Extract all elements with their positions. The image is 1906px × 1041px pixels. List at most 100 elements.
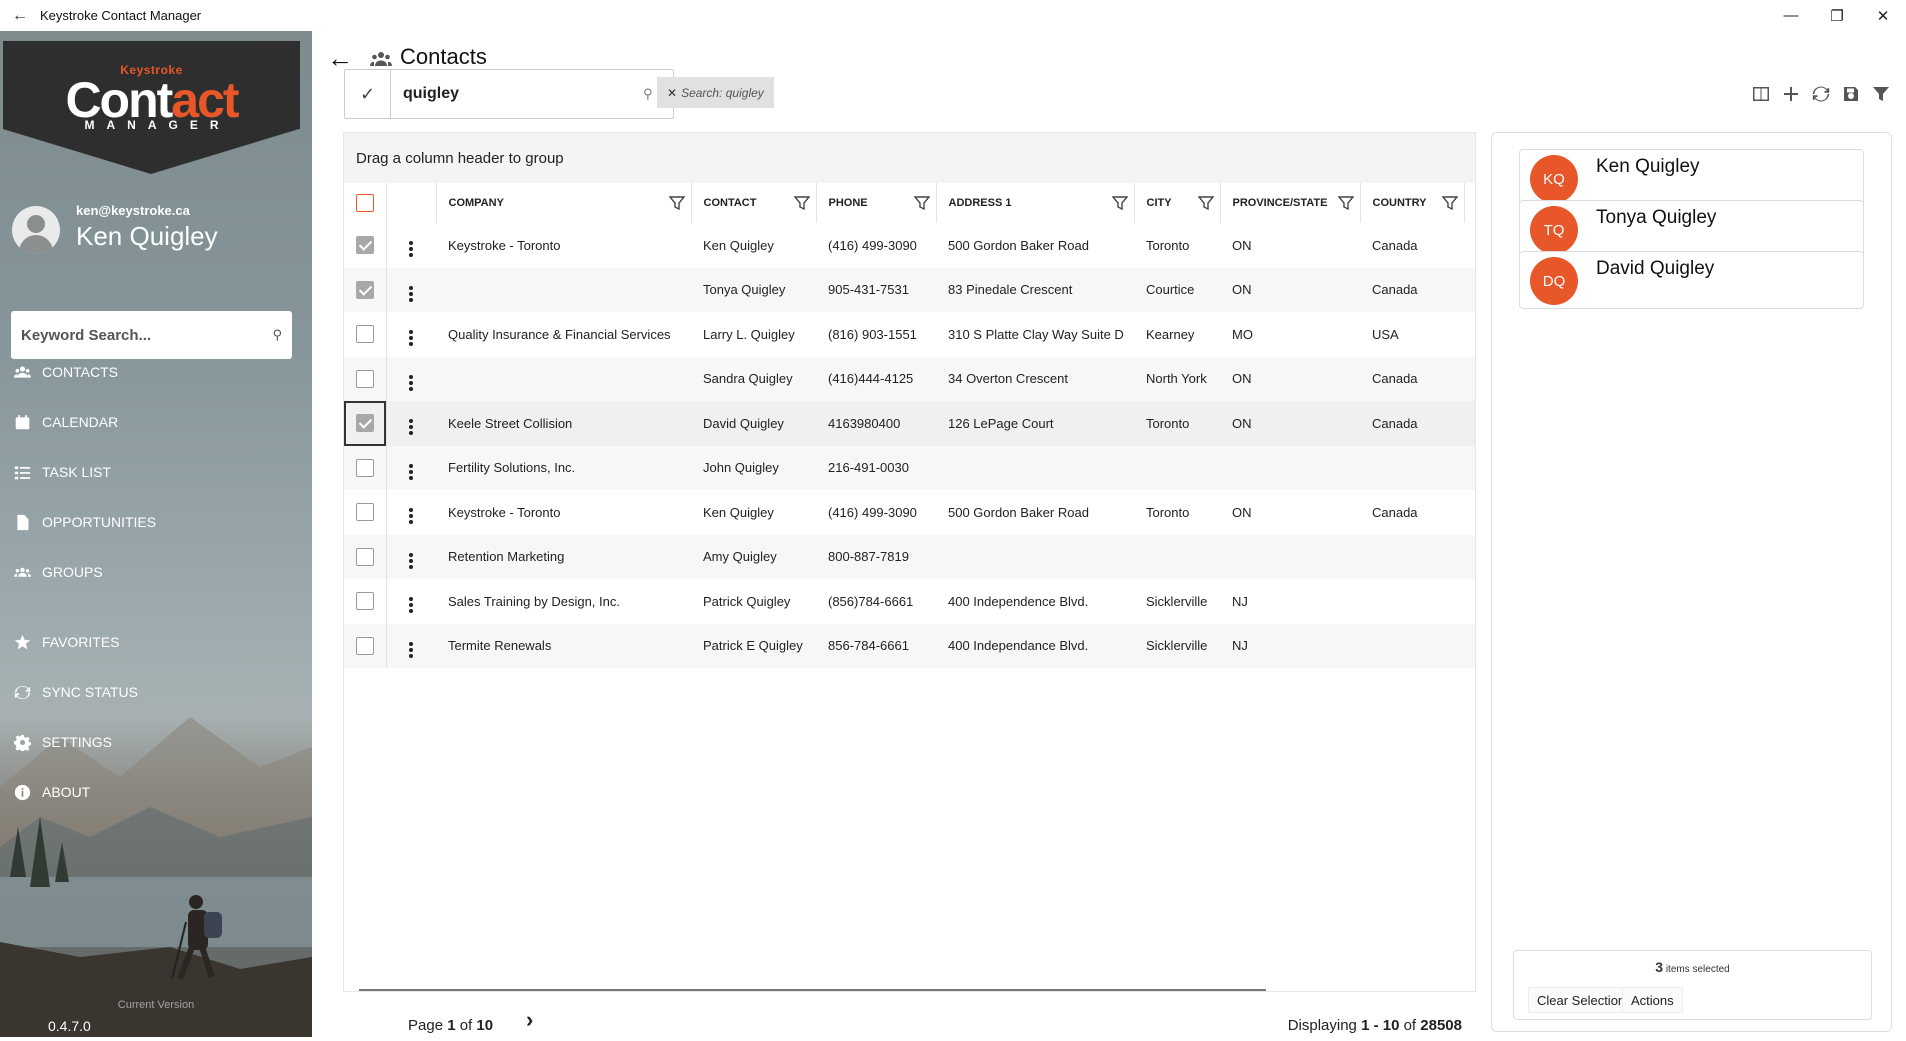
search-filter-chip[interactable]: ✕ Search: quigley [657, 77, 774, 108]
cell-city[interactable]: Toronto [1134, 223, 1220, 268]
table-row[interactable]: Sandra Quigley (416)444-4125 34 Overton Cr… [344, 356, 1475, 401]
row-checkbox[interactable] [355, 592, 374, 611]
cell-email[interactable]: l [1464, 312, 1475, 357]
row-checkbox[interactable] [355, 458, 374, 477]
cell-phone[interactable]: 856-784-6661 [816, 623, 936, 668]
horizontal-scrollbar[interactable] [359, 989, 1266, 991]
row-checkbox[interactable] [355, 369, 374, 388]
cell-phone[interactable]: (416)444-4125 [816, 356, 936, 401]
cell-phone[interactable]: (416) 499-3090 [816, 490, 936, 535]
cell-address[interactable]: 500 Gordon Baker Road [936, 223, 1134, 268]
table-row[interactable]: Tonya Quigley 905-431-7531 83 Pinedale Cre… [344, 267, 1475, 312]
cell-country[interactable] [1360, 534, 1464, 579]
cell-address[interactable]: 83 Pinedale Crescent [936, 267, 1134, 312]
table-row[interactable]: Termite Renewals Patrick E Quigley 856-784… [344, 623, 1475, 668]
cell-city[interactable]: Courtice [1134, 267, 1220, 312]
restore-icon[interactable]: ❐ [1814, 0, 1860, 31]
sidebar-item-favorites[interactable]: FAVORITES [12, 625, 120, 659]
cell-phone[interactable]: (856)784-6661 [816, 579, 936, 624]
remove-filter-icon[interactable]: ✕ [667, 86, 677, 100]
cell-contact[interactable]: Ken Quigley [691, 490, 816, 535]
row-checkbox[interactable] [355, 280, 374, 299]
more-options-icon[interactable] [409, 241, 414, 258]
selected-contact-card[interactable]: KQ Ken Quigley [1519, 149, 1864, 207]
cell-province[interactable]: NJ [1220, 579, 1360, 624]
cell-company[interactable]: Retention Marketing [436, 534, 691, 579]
sidebar-item-opportunities[interactable]: OPPORTUNITIES [12, 505, 156, 539]
cell-province[interactable]: MO [1220, 312, 1360, 357]
select-all-checkbox[interactable] [355, 194, 374, 212]
cell-province[interactable] [1220, 445, 1360, 490]
cell-country[interactable]: Canada [1360, 267, 1464, 312]
table-row[interactable]: Keele Street Collision David Quigley 41639… [344, 401, 1475, 446]
cell-city[interactable]: Kearney [1134, 312, 1220, 357]
cell-country[interactable] [1360, 445, 1464, 490]
table-row[interactable]: Keystroke - Toronto Ken Quigley (416) 499-… [344, 223, 1475, 268]
cell-phone[interactable]: 216-491-0030 [816, 445, 936, 490]
cell-email[interactable]: r [1464, 267, 1475, 312]
cell-email[interactable]: k [1464, 223, 1475, 268]
cell-province[interactable]: ON [1220, 401, 1360, 446]
cell-contact[interactable]: Sandra Quigley [691, 356, 816, 401]
cell-email[interactable]: p [1464, 579, 1475, 624]
close-icon[interactable]: ✕ [1860, 0, 1906, 31]
cell-country[interactable] [1360, 579, 1464, 624]
cell-company[interactable]: Termite Renewals [436, 623, 691, 668]
refresh-icon[interactable] [1810, 83, 1832, 105]
column-header-city[interactable]: CITY [1134, 183, 1221, 223]
cell-address[interactable]: 310 S Platte Clay Way Suite D [936, 312, 1134, 357]
cell-contact[interactable]: David Quigley [691, 401, 816, 446]
column-header-email[interactable]: E [1464, 183, 1475, 223]
selected-contact-card[interactable]: TQ Tonya Quigley [1519, 200, 1864, 258]
sidebar-item-groups[interactable]: GROUPS [12, 555, 103, 589]
row-checkbox[interactable] [355, 325, 374, 344]
cell-company[interactable] [436, 267, 691, 312]
cell-company[interactable]: Keystroke - Toronto [436, 490, 691, 535]
cell-address[interactable]: 500 Gordon Baker Road [936, 490, 1134, 535]
columns-icon[interactable] [1750, 83, 1772, 105]
more-options-icon[interactable] [409, 508, 414, 525]
cell-country[interactable]: Canada [1360, 490, 1464, 535]
column-filter-icon[interactable] [913, 195, 930, 211]
cell-email[interactable]: p [1464, 623, 1475, 668]
cell-address[interactable]: 400 Independance Blvd. [936, 623, 1134, 668]
cell-company[interactable]: Fertility Solutions, Inc. [436, 445, 691, 490]
cell-province[interactable]: NJ [1220, 623, 1360, 668]
cell-contact[interactable]: Larry L. Quigley [691, 312, 816, 357]
cell-city[interactable]: Sicklerville [1134, 623, 1220, 668]
cell-address[interactable]: 34 Overton Crescent [936, 356, 1134, 401]
cell-country[interactable] [1360, 623, 1464, 668]
column-filter-icon[interactable] [1111, 195, 1128, 211]
cell-company[interactable] [436, 356, 691, 401]
cell-phone[interactable]: (816) 903-1551 [816, 312, 936, 357]
sidebar-item-calendar[interactable]: CALENDAR [12, 405, 118, 439]
column-header-address1[interactable]: ADDRESS 1 [936, 183, 1135, 223]
more-options-icon[interactable] [409, 463, 414, 480]
selected-contact-card[interactable]: DQ David Quigley [1519, 251, 1864, 309]
cell-contact[interactable]: John Quigley [691, 445, 816, 490]
minimize-icon[interactable]: — [1768, 0, 1814, 31]
row-checkbox[interactable] [355, 636, 374, 655]
column-header-phone[interactable]: PHONE [816, 183, 937, 223]
more-options-icon[interactable] [409, 552, 414, 569]
cell-company[interactable]: Sales Training by Design, Inc. [436, 579, 691, 624]
cell-contact[interactable]: Ken Quigley [691, 223, 816, 268]
window-back-icon[interactable]: ← [0, 7, 40, 25]
search-icon[interactable]: ⚲ [272, 327, 282, 343]
save-icon[interactable] [1840, 83, 1862, 105]
table-row[interactable]: Sales Training by Design, Inc. Patrick Qu… [344, 579, 1475, 624]
cell-contact[interactable]: Tonya Quigley [691, 267, 816, 312]
cell-country[interactable]: Canada [1360, 223, 1464, 268]
cell-phone[interactable]: 800-887-7819 [816, 534, 936, 579]
keyword-search-input[interactable] [21, 326, 273, 344]
cell-company[interactable]: Keystroke - Toronto [436, 223, 691, 268]
cell-province[interactable]: ON [1220, 356, 1360, 401]
more-options-icon[interactable] [409, 597, 414, 614]
more-options-icon[interactable] [409, 419, 414, 436]
cell-country[interactable]: USA [1360, 312, 1464, 357]
cell-email[interactable]: p [1464, 534, 1475, 579]
cell-country[interactable]: Canada [1360, 356, 1464, 401]
table-row[interactable]: Quality Insurance & Financial Services La… [344, 312, 1475, 357]
sidebar-item-about[interactable]: ABOUT [12, 775, 90, 809]
table-row[interactable]: Keystroke - Toronto Ken Quigley (416) 499-… [344, 490, 1475, 535]
